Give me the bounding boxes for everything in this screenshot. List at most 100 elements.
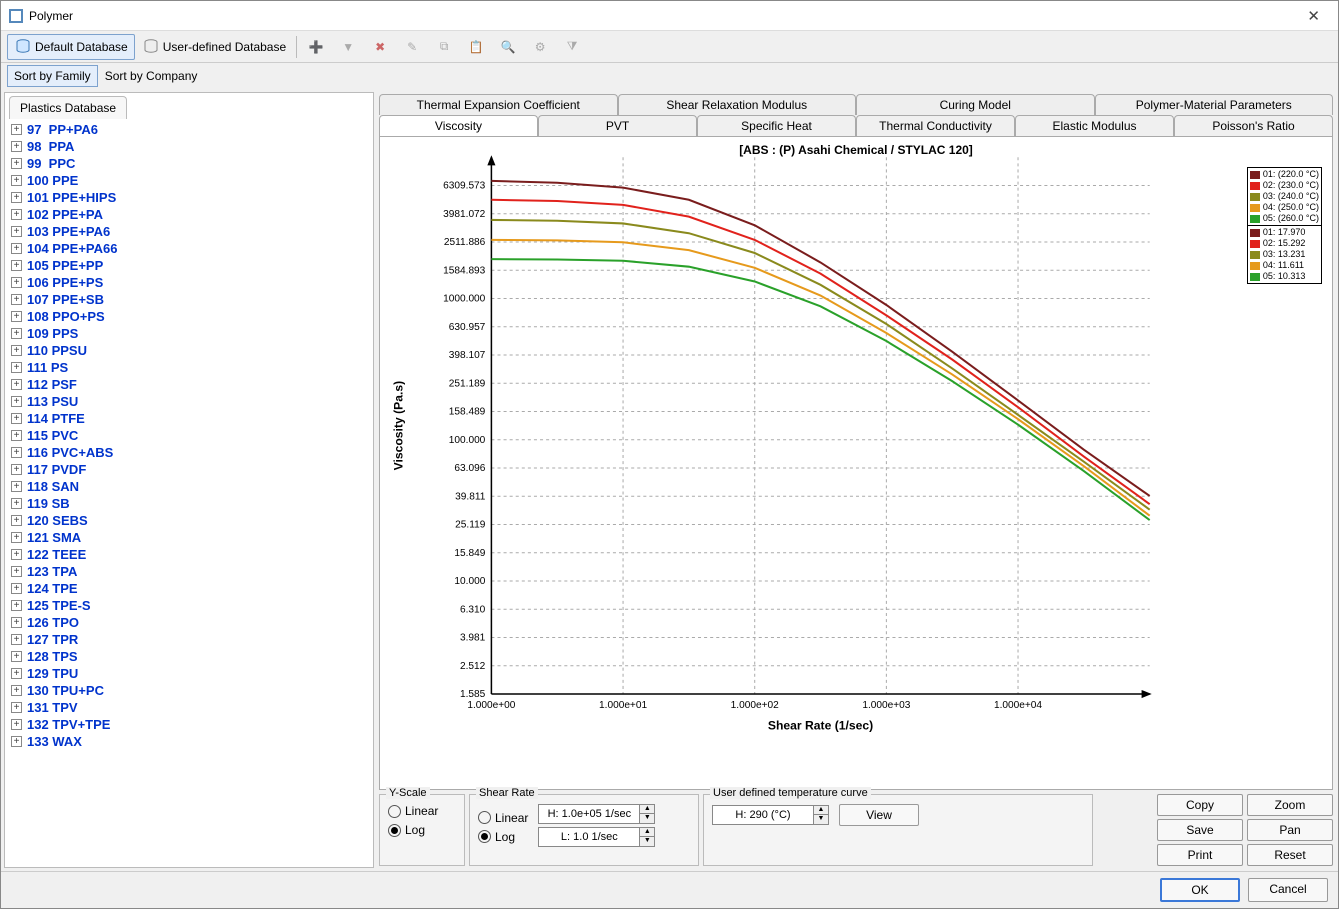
reset-button[interactable]: Reset [1247, 844, 1333, 866]
tree-item[interactable]: +133 WAX [7, 733, 373, 750]
tree-item[interactable]: +111 PS [7, 359, 373, 376]
settings-button[interactable]: ⚙ [524, 34, 556, 60]
user-temp-field[interactable]: H: 290 (°C)▲▼ [712, 805, 829, 825]
edit-button[interactable]: ✎ [396, 34, 428, 60]
paste-button[interactable]: 📋 [460, 34, 492, 60]
yscale-log-row[interactable]: Log [388, 823, 456, 837]
expand-icon[interactable]: + [11, 124, 22, 135]
tree-item[interactable]: +126 TPO [7, 614, 373, 631]
tree-item[interactable]: +105 PPE+PP [7, 257, 373, 274]
expand-icon[interactable]: + [11, 141, 22, 152]
tree-item[interactable]: +115 PVC [7, 427, 373, 444]
tree-item[interactable]: +103 PPE+PA6 [7, 223, 373, 240]
filter2-button[interactable]: ⧩ [556, 34, 588, 60]
tree-item[interactable]: +113 PSU [7, 393, 373, 410]
tree-item[interactable]: +119 SB [7, 495, 373, 512]
user-database-button[interactable]: User-defined Database [135, 34, 293, 60]
tree-item[interactable]: +110 PPSU [7, 342, 373, 359]
expand-icon[interactable]: + [11, 362, 22, 373]
expand-icon[interactable]: + [11, 719, 22, 730]
tree-item[interactable]: +130 TPU+PC [7, 682, 373, 699]
expand-icon[interactable]: + [11, 651, 22, 662]
default-database-button[interactable]: Default Database [7, 34, 135, 60]
spin-down-icon[interactable]: ▼ [814, 815, 828, 824]
tree-item[interactable]: +125 TPE-S [7, 597, 373, 614]
expand-icon[interactable]: + [11, 345, 22, 356]
spin-up-icon[interactable]: ▲ [640, 828, 654, 837]
tree-item[interactable]: +106 PPE+PS [7, 274, 373, 291]
tree-tab[interactable]: Plastics Database [9, 96, 127, 119]
tree-item[interactable]: +120 SEBS [7, 512, 373, 529]
expand-icon[interactable]: + [11, 260, 22, 271]
tab-poisson-s-ratio[interactable]: Poisson's Ratio [1174, 115, 1333, 136]
tree-item[interactable]: +108 PPO+PS [7, 308, 373, 325]
spin-down-icon[interactable]: ▼ [640, 814, 654, 823]
view-button[interactable]: View [839, 804, 919, 826]
tab-thermal-conductivity[interactable]: Thermal Conductivity [856, 115, 1015, 136]
delete-button[interactable]: ✖ [364, 34, 396, 60]
shear-linear-row[interactable]: Linear [478, 811, 528, 825]
expand-icon[interactable]: + [11, 549, 22, 560]
tab-thermal-expansion-coefficient[interactable]: Thermal Expansion Coefficient [379, 94, 618, 115]
tree-item[interactable]: +121 SMA [7, 529, 373, 546]
tree-item[interactable]: +132 TPV+TPE [7, 716, 373, 733]
pan-button[interactable]: Pan [1247, 819, 1333, 841]
expand-icon[interactable]: + [11, 192, 22, 203]
yscale-linear-row[interactable]: Linear [388, 804, 456, 818]
add-material-button[interactable]: ➕ [300, 34, 332, 60]
tree-item[interactable]: +104 PPE+PA66 [7, 240, 373, 257]
expand-icon[interactable]: + [11, 277, 22, 288]
tree-item[interactable]: +116 PVC+ABS [7, 444, 373, 461]
filter-button[interactable]: ▼ [332, 34, 364, 60]
expand-icon[interactable]: + [11, 447, 22, 458]
expand-icon[interactable]: + [11, 311, 22, 322]
save-chart-button[interactable]: Save [1157, 819, 1243, 841]
expand-icon[interactable]: + [11, 634, 22, 645]
shear-high-field[interactable]: H: 1.0e+05 1/sec▲▼ [538, 804, 655, 824]
copy-chart-button[interactable]: Copy [1157, 794, 1243, 816]
spin-down-icon[interactable]: ▼ [640, 837, 654, 846]
tree-item[interactable]: +123 TPA [7, 563, 373, 580]
tab-curing-model[interactable]: Curing Model [856, 94, 1095, 115]
tree-item[interactable]: +122 TEEE [7, 546, 373, 563]
tree-body[interactable]: +97 PP+PA6+98 PPA+99 PPC+100 PPE+101 PPE… [5, 119, 373, 867]
expand-icon[interactable]: + [11, 243, 22, 254]
expand-icon[interactable]: + [11, 294, 22, 305]
cancel-button[interactable]: Cancel [1248, 878, 1328, 902]
expand-icon[interactable]: + [11, 175, 22, 186]
tree-item[interactable]: +99 PPC [7, 155, 373, 172]
expand-icon[interactable]: + [11, 515, 22, 526]
tree-item[interactable]: +101 PPE+HIPS [7, 189, 373, 206]
tree-item[interactable]: +124 TPE [7, 580, 373, 597]
tree-item[interactable]: +127 TPR [7, 631, 373, 648]
spin-up-icon[interactable]: ▲ [814, 806, 828, 815]
expand-icon[interactable]: + [11, 430, 22, 441]
sort-by-family-button[interactable]: Sort by Family [7, 65, 98, 87]
tab-specific-heat[interactable]: Specific Heat [697, 115, 856, 136]
spin-up-icon[interactable]: ▲ [640, 805, 654, 814]
expand-icon[interactable]: + [11, 600, 22, 611]
tree-item[interactable]: +107 PPE+SB [7, 291, 373, 308]
tree-item[interactable]: +100 PPE [7, 172, 373, 189]
zoom-button[interactable]: Zoom [1247, 794, 1333, 816]
tree-item[interactable]: +129 TPU [7, 665, 373, 682]
expand-icon[interactable]: + [11, 413, 22, 424]
expand-icon[interactable]: + [11, 617, 22, 628]
expand-icon[interactable]: + [11, 328, 22, 339]
tree-item[interactable]: +114 PTFE [7, 410, 373, 427]
tree-item[interactable]: +109 PPS [7, 325, 373, 342]
tab-shear-relaxation-modulus[interactable]: Shear Relaxation Modulus [618, 94, 857, 115]
tree-item[interactable]: +112 PSF [7, 376, 373, 393]
tab-pvt[interactable]: PVT [538, 115, 697, 136]
expand-icon[interactable]: + [11, 481, 22, 492]
expand-icon[interactable]: + [11, 209, 22, 220]
expand-icon[interactable]: + [11, 583, 22, 594]
tab-viscosity[interactable]: Viscosity [379, 115, 538, 136]
tree-item[interactable]: +98 PPA [7, 138, 373, 155]
expand-icon[interactable]: + [11, 464, 22, 475]
expand-icon[interactable]: + [11, 668, 22, 679]
print-chart-button[interactable]: Print [1157, 844, 1243, 866]
tree-item[interactable]: +97 PP+PA6 [7, 121, 373, 138]
sort-by-company-button[interactable]: Sort by Company [98, 65, 205, 87]
expand-icon[interactable]: + [11, 158, 22, 169]
